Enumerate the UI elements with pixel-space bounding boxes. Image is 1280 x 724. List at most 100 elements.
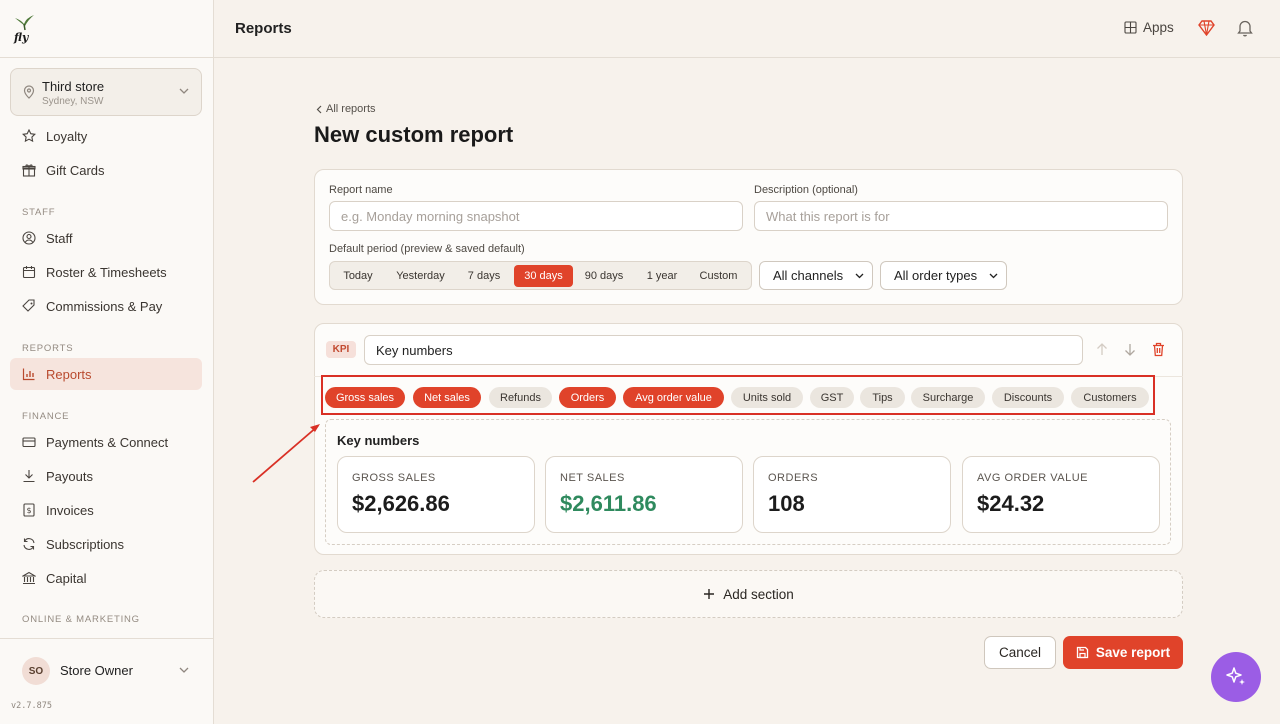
apps-button[interactable]: Apps xyxy=(1124,20,1174,35)
section-label-reports: REPORTS xyxy=(22,343,74,354)
fly-logo[interactable]: fly xyxy=(12,12,38,44)
sidebar-item-label: Payouts xyxy=(46,469,93,484)
save-icon xyxy=(1076,646,1088,659)
bar-chart-icon xyxy=(22,368,35,381)
sidebar-item-reports[interactable]: Reports xyxy=(10,358,202,390)
gift-icon xyxy=(22,164,36,177)
arrow-up-icon[interactable] xyxy=(1096,343,1108,356)
gem-icon[interactable] xyxy=(1198,20,1215,36)
save-report-label: Save report xyxy=(1095,645,1171,660)
stat-value: $2,611.86 xyxy=(560,491,657,516)
add-section-button[interactable]: Add section xyxy=(314,570,1183,618)
sidebar-item-commissions[interactable]: Commissions & Pay xyxy=(10,290,202,322)
stat-label: ORDERS xyxy=(768,472,819,484)
stat-card-orders: ORDERS 108 xyxy=(753,456,951,533)
svg-text:fly: fly xyxy=(13,31,30,44)
period-selector: Today Yesterday 7 days 30 days 90 days 1… xyxy=(329,261,752,290)
star-icon xyxy=(22,129,36,143)
order-type-value: All order types xyxy=(894,268,978,283)
arrow-down-icon[interactable] xyxy=(1124,343,1136,356)
stat-value: 108 xyxy=(768,491,805,516)
period-7-days[interactable]: 7 days xyxy=(458,265,510,287)
save-report-button[interactable]: Save report xyxy=(1063,636,1183,669)
section-label-online: ONLINE & MARKETING xyxy=(22,614,140,625)
sidebar-item-label: Invoices xyxy=(46,503,94,518)
add-section-label: Add section xyxy=(723,586,794,602)
avatar[interactable]: SO xyxy=(22,657,50,685)
sidebar-item-label: Capital xyxy=(46,571,87,586)
sidebar-item-label: Loyalty xyxy=(46,129,88,144)
sidebar-item-loyalty[interactable]: Loyalty xyxy=(10,120,202,152)
sidebar-item-label: Reports xyxy=(46,367,92,382)
section-label-finance: FINANCE xyxy=(22,411,70,422)
apps-label: Apps xyxy=(1143,20,1174,35)
sparkle-icon xyxy=(1226,667,1245,685)
store-selector[interactable]: Third store Sydney, NSW xyxy=(10,68,202,116)
stat-label: NET SALES xyxy=(560,472,625,484)
sidebar-item-staff[interactable]: Staff xyxy=(10,222,202,254)
stat-card-gross-sales: GROSS SALES $2,626.86 xyxy=(337,456,535,533)
grid-icon xyxy=(1124,21,1137,34)
percent-tag-icon xyxy=(22,299,35,312)
store-location: Sydney, NSW xyxy=(42,96,104,107)
section-name-input[interactable]: Key numbers xyxy=(364,335,1083,365)
section-type-badge: KPI xyxy=(326,341,356,358)
sidebar-item-gift-cards[interactable]: Gift Cards xyxy=(10,154,202,186)
sidebar: fly Third store Sydney, NSW Loyalty Gift… xyxy=(0,0,214,724)
page-title: New custom report xyxy=(314,122,514,147)
stat-value: $2,626.86 xyxy=(352,491,450,516)
period-30-days[interactable]: 30 days xyxy=(514,265,573,287)
report-name-input[interactable]: e.g. Monday morning snapshot xyxy=(329,201,743,231)
refresh-icon xyxy=(23,538,35,550)
period-today[interactable]: Today xyxy=(333,265,383,287)
description-label: Description (optional) xyxy=(754,184,858,196)
stat-label: GROSS SALES xyxy=(352,472,436,484)
order-type-select[interactable]: All order types xyxy=(880,261,1007,290)
section-label-staff: STAFF xyxy=(22,207,56,218)
chevron-left-icon xyxy=(316,105,322,114)
period-yesterday[interactable]: Yesterday xyxy=(386,265,455,287)
sidebar-item-label: Roster & Timesheets xyxy=(46,265,167,280)
sidebar-item-invoices[interactable]: $ Invoices xyxy=(10,494,202,526)
chevron-down-icon[interactable] xyxy=(179,666,189,674)
chevron-down-icon xyxy=(855,273,864,279)
stat-card-net-sales: NET SALES $2,611.86 xyxy=(545,456,743,533)
sidebar-item-label: Commissions & Pay xyxy=(46,299,163,314)
cancel-button[interactable]: Cancel xyxy=(984,636,1056,669)
stat-card-avg-order-value: AVG ORDER VALUE $24.32 xyxy=(962,456,1160,533)
user-circle-icon xyxy=(22,231,36,245)
download-icon xyxy=(23,470,35,483)
stat-label: AVG ORDER VALUE xyxy=(977,472,1089,484)
breadcrumb[interactable]: All reports xyxy=(316,103,376,115)
bell-icon[interactable] xyxy=(1237,19,1253,37)
invoice-icon: $ xyxy=(23,503,35,517)
sidebar-item-roster[interactable]: Roster & Timesheets xyxy=(10,256,202,288)
store-name: Third store xyxy=(42,79,105,94)
preview-title: Key numbers xyxy=(337,433,420,448)
period-label: Default period (preview & saved default) xyxy=(329,243,525,255)
chevron-down-icon xyxy=(989,273,998,279)
sidebar-item-label: Payments & Connect xyxy=(46,435,169,450)
plus-icon xyxy=(704,589,715,599)
period-1-year[interactable]: 1 year xyxy=(636,265,688,287)
period-90-days[interactable]: 90 days xyxy=(576,265,632,287)
annotation-arrow xyxy=(252,424,320,483)
sidebar-item-subscriptions[interactable]: Subscriptions xyxy=(10,528,202,560)
ai-assistant-button[interactable] xyxy=(1211,652,1261,702)
page-header-title: Reports xyxy=(235,20,292,37)
user-name[interactable]: Store Owner xyxy=(60,663,133,678)
sidebar-item-payouts[interactable]: Payouts xyxy=(10,460,202,492)
highlight-box xyxy=(321,375,1155,415)
card-icon xyxy=(22,437,36,448)
sidebar-item-payments[interactable]: Payments & Connect xyxy=(10,426,202,458)
description-input[interactable]: What this report is for xyxy=(754,201,1168,231)
period-custom[interactable]: Custom xyxy=(690,265,747,287)
trash-icon[interactable] xyxy=(1152,342,1165,357)
topbar: Reports Apps xyxy=(214,0,1280,58)
sidebar-item-capital[interactable]: Capital xyxy=(10,562,202,594)
svg-text:$: $ xyxy=(26,506,31,515)
channel-value: All channels xyxy=(773,268,844,283)
location-pin-icon xyxy=(23,85,35,99)
calendar-icon xyxy=(22,266,36,279)
channel-select[interactable]: All channels xyxy=(759,261,873,290)
